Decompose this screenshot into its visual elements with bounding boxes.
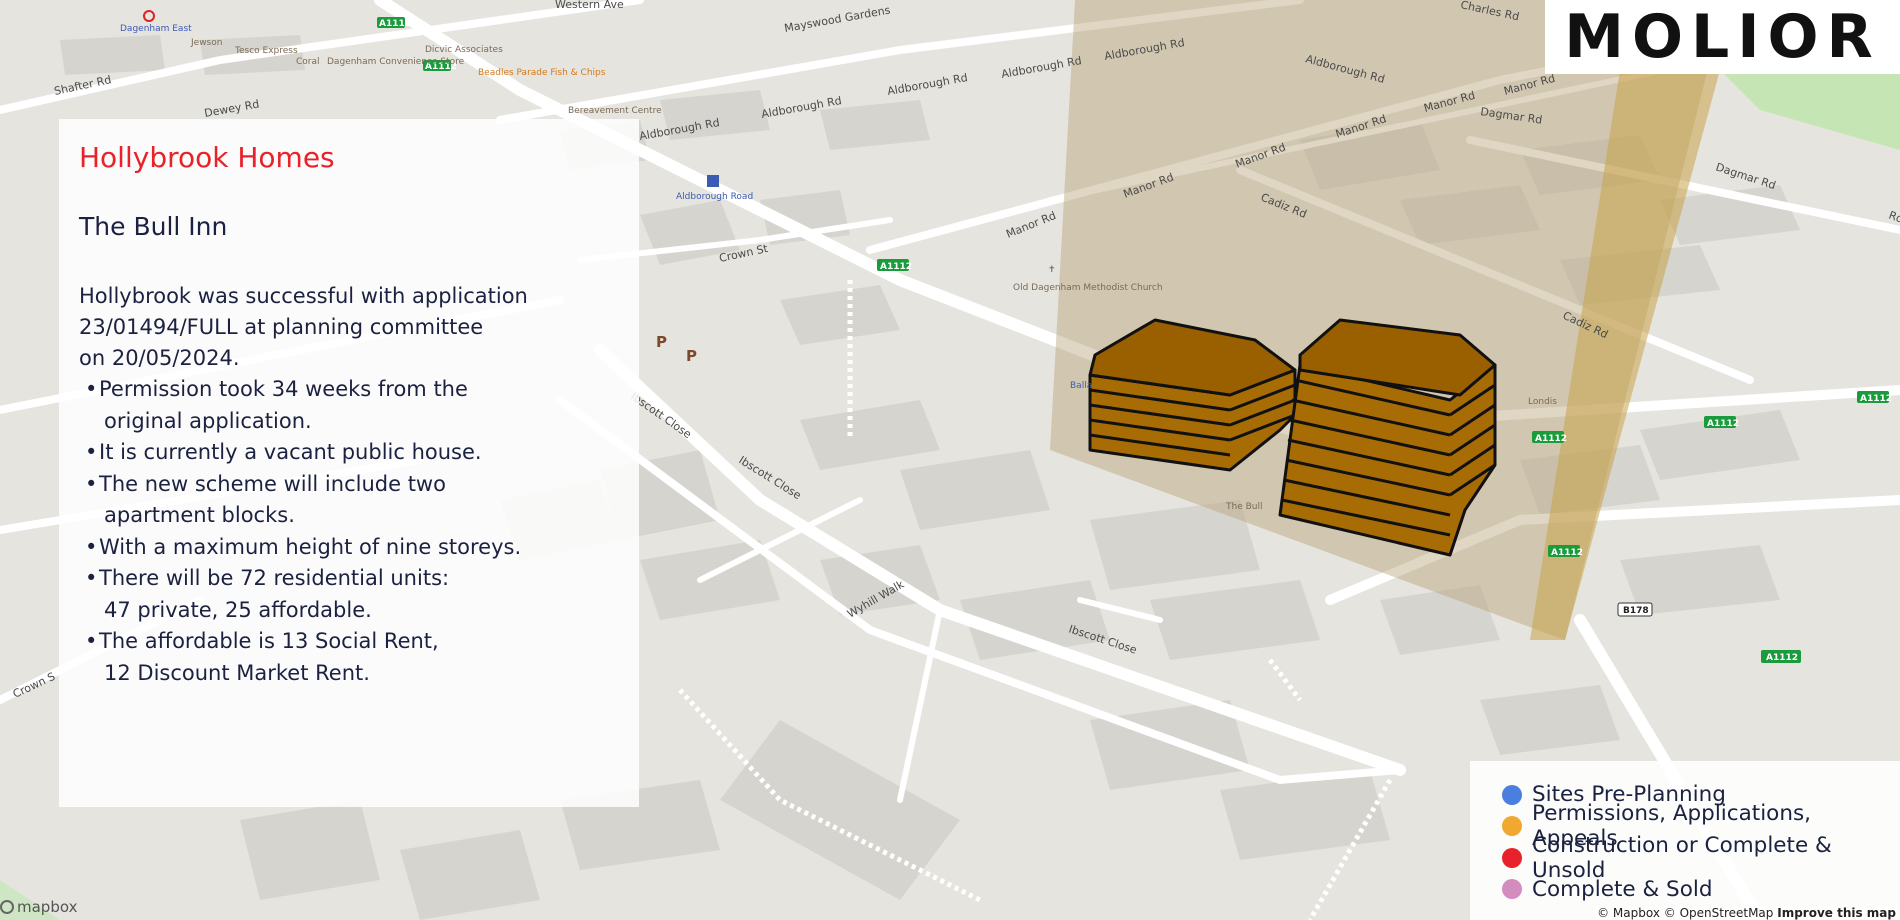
map-legend: Sites Pre-Planning Permissions, Applicat…: [1470, 761, 1900, 920]
attribution-credits[interactable]: © Mapbox © OpenStreetMap: [1597, 906, 1773, 920]
fact-item: The new scheme will include twoapartment…: [85, 469, 619, 532]
site-facts-list: Permission took 34 weeks from theorigina…: [79, 374, 619, 689]
poi-label: Bereavement Centre: [568, 106, 662, 116]
poi-label: Coral: [296, 57, 320, 67]
road-shield-a1112: A1112: [877, 259, 912, 272]
road-shield-a1112: A1112: [1548, 545, 1583, 558]
legend-dot-icon: [1502, 784, 1522, 805]
site-name: The Bull Inn: [79, 212, 228, 241]
brand-logo[interactable]: MOLIOR: [1545, 0, 1900, 74]
fact-item: With a maximum height of nine storeys.: [85, 532, 619, 564]
parking-icon: P: [656, 333, 667, 351]
bus-stop-icon: [707, 175, 719, 187]
road-shield-a1112: A1112: [1704, 416, 1739, 429]
fact-item: It is currently a vacant public house.: [85, 437, 619, 469]
planning-summary-line: on 20/05/2024.: [79, 346, 240, 370]
poi-label: Dicvic Associates: [425, 45, 503, 55]
map-attribution: © Mapbox © OpenStreetMap Improve this ma…: [1595, 906, 1898, 920]
legend-label: Construction or Complete & Unsold: [1532, 832, 1832, 883]
apartment-block-2: [1278, 318, 1497, 557]
poi-label: Tesco Express: [234, 46, 298, 56]
planning-summary-line: 23/01494/FULL at planning committee: [79, 315, 484, 339]
road-shield-a1112: A1112: [1761, 650, 1801, 663]
improve-map-link[interactable]: Improve this map: [1777, 906, 1896, 920]
svg-text:A1112: A1112: [1707, 419, 1739, 429]
poi-label: Dagenham East: [120, 24, 192, 34]
poi-label: Jewson: [190, 38, 222, 48]
svg-text:B178: B178: [1623, 606, 1649, 616]
church-icon: ✝: [1048, 265, 1056, 275]
poi-label: Aldborough Road: [676, 192, 753, 202]
developer-name: Hollybrook Homes: [79, 141, 335, 174]
poi-label: Old Dagenham Methodist Church: [1013, 283, 1163, 293]
planning-summary-line: Hollybrook was successful with applicati…: [79, 284, 528, 308]
svg-text:A1112: A1112: [880, 262, 912, 272]
mapbox-logo-text: mapbox: [17, 898, 78, 916]
mapbox-logo[interactable]: mapbox: [0, 898, 77, 916]
road-shield-a1112: A1112: [1857, 391, 1892, 404]
poi-label: Londis: [1528, 397, 1557, 407]
legend-label: Complete & Sold: [1532, 876, 1713, 902]
legend-dot-icon: [1502, 847, 1522, 868]
poi-label: Balla: [1070, 381, 1092, 391]
brand-logo-text: MOLIOR: [1564, 2, 1881, 72]
road-label: Western Ave: [555, 0, 624, 11]
legend-dot-icon: [1502, 816, 1522, 837]
road-shield-a1112: A1112: [1532, 431, 1567, 444]
fact-item: There will be 72 residential units:47 pr…: [85, 563, 619, 626]
parking-icon: P: [686, 347, 697, 365]
fact-item: Permission took 34 weeks from theorigina…: [85, 374, 619, 437]
svg-text:A1112: A1112: [1535, 434, 1567, 444]
svg-text:A1112: A1112: [1860, 394, 1892, 404]
fact-item: The affordable is 13 Social Rent,12 Disc…: [85, 626, 619, 689]
poi-label: Beadles Parade Fish & Chips: [478, 68, 606, 78]
svg-text:A1112: A1112: [1766, 653, 1798, 663]
road-shield-b178: B178: [1617, 602, 1653, 617]
site-info-panel: Hollybrook Homes The Bull Inn Hollybrook…: [59, 119, 639, 807]
svg-text:A1112: A1112: [1551, 548, 1583, 558]
road-shield-a1112: A1112: [377, 17, 411, 29]
poi-label: Dagenham Convenience Store: [327, 57, 465, 67]
planning-summary: Hollybrook was successful with applicati…: [79, 281, 619, 374]
mapbox-logo-icon: [0, 900, 14, 914]
svg-text:A1112: A1112: [379, 19, 411, 29]
poi-label: The Bull: [1225, 502, 1262, 512]
legend-dot-icon: [1502, 879, 1522, 900]
legend-item-construction[interactable]: Construction or Complete & Unsold: [1502, 833, 1900, 883]
